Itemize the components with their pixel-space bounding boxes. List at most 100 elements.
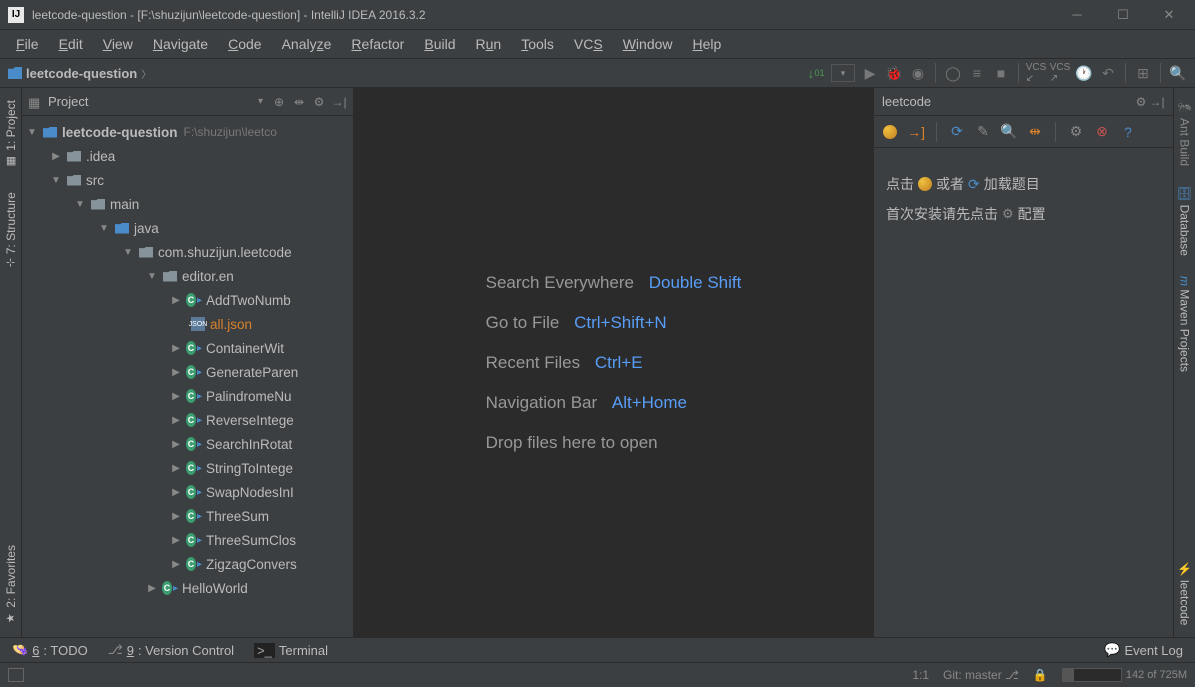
revert-icon[interactable]: ↶ — [1099, 64, 1117, 82]
tab-leetcode[interactable]: ⚡ leetcode — [1178, 558, 1192, 629]
scroll-from-source-icon[interactable]: ⊕ — [271, 94, 287, 110]
tab-event-log[interactable]: 💬 Event Log — [1104, 642, 1183, 658]
chevron-right-icon[interactable]: ▶ — [170, 463, 182, 474]
tree-file[interactable]: ▶ C▸ ThreeSum — [22, 504, 353, 528]
search-icon[interactable]: 🔍 — [1169, 64, 1187, 82]
chevron-right-icon[interactable]: ▶ — [50, 151, 62, 162]
attach-icon[interactable]: ≡ — [968, 64, 986, 82]
chevron-down-icon[interactable]: ▼ — [98, 223, 110, 234]
tree-package[interactable]: ▼ com.shuzijun.leetcode — [22, 240, 353, 264]
tree-file[interactable]: ▶ C▸ SwapNodesInI — [22, 480, 353, 504]
hide-icon[interactable]: →| — [331, 94, 347, 110]
tree-package-editor[interactable]: ▼ editor.en — [22, 264, 353, 288]
chevron-down-icon[interactable]: ▼ — [26, 127, 38, 138]
vcs-commit-icon[interactable]: VCS↗ — [1051, 64, 1069, 82]
coverage-icon[interactable]: ◉ — [909, 64, 927, 82]
tree-file[interactable]: ▶ C▸ PalindromeNu — [22, 384, 353, 408]
vcs-update-icon[interactable]: VCS↙ — [1027, 64, 1045, 82]
chevron-right-icon[interactable]: ▶ — [170, 415, 182, 426]
tree-folder-src[interactable]: ▼ src — [22, 168, 353, 192]
logout-icon[interactable]: →] — [908, 124, 924, 140]
menu-vcs[interactable]: VCS — [566, 34, 611, 54]
menu-refactor[interactable]: Refactor — [343, 34, 412, 54]
chevron-down-icon[interactable]: ▼ — [122, 247, 134, 258]
chevron-right-icon[interactable]: ▶ — [170, 487, 182, 498]
tree-folder-java[interactable]: ▼ java — [22, 216, 353, 240]
menu-analyze[interactable]: Analyze — [274, 34, 340, 54]
menu-run[interactable]: Run — [468, 34, 510, 54]
chevron-right-icon[interactable]: ▶ — [170, 391, 182, 402]
menu-tools[interactable]: Tools — [513, 34, 562, 54]
debug-icon[interactable]: 🐞 — [885, 64, 903, 82]
stop-icon[interactable]: ◯ — [944, 64, 962, 82]
find-icon[interactable]: 🔍 — [1001, 124, 1017, 140]
chevron-down-icon[interactable]: ▼ — [74, 199, 86, 210]
tab-structure[interactable]: ⊹7: Structure — [4, 188, 18, 271]
tree-file[interactable]: ▶ C▸ HelloWorld — [22, 576, 353, 600]
tab-favorites[interactable]: ★2: Favorites — [4, 541, 18, 629]
pick-icon[interactable]: ✎ — [975, 124, 991, 140]
tool-windows-icon[interactable] — [8, 668, 24, 682]
tab-maven[interactable]: m Maven Projects — [1178, 272, 1192, 376]
minimize-button[interactable]: ─ — [1063, 5, 1091, 25]
close-button[interactable]: ✕ — [1155, 5, 1183, 25]
menu-navigate[interactable]: Navigate — [145, 34, 216, 54]
run-icon[interactable]: ▶ — [861, 64, 879, 82]
caret-position[interactable]: 1:1 — [912, 668, 929, 682]
refresh-icon[interactable]: ⟳ — [949, 124, 965, 140]
tree-file[interactable]: ▶ C▸ AddTwoNumb — [22, 288, 353, 312]
help-icon[interactable]: ? — [1120, 124, 1136, 140]
tab-terminal[interactable]: >_ Terminal — [254, 643, 328, 658]
login-icon[interactable] — [882, 124, 898, 140]
chevron-right-icon[interactable]: ▶ — [170, 559, 182, 570]
chevron-right-icon[interactable]: ▶ — [170, 535, 182, 546]
chevron-down-icon[interactable]: ▼ — [50, 175, 62, 186]
chevron-right-icon[interactable]: ▶ — [170, 343, 182, 354]
tab-database[interactable]: 🗄 Database — [1178, 182, 1192, 260]
menu-view[interactable]: View — [95, 34, 141, 54]
menu-help[interactable]: Help — [685, 34, 730, 54]
tree-file[interactable]: ▶ C▸ ZigzagConvers — [22, 552, 353, 576]
chevron-right-icon[interactable]: ▶ — [170, 367, 182, 378]
run-config-dropdown[interactable]: ▾ — [831, 64, 855, 82]
tree-root[interactable]: ▼ leetcode-question F:\shuzijun\leetco — [22, 120, 353, 144]
structure-icon[interactable]: ⊞ — [1134, 64, 1152, 82]
tree-folder-idea[interactable]: ▶ .idea — [22, 144, 353, 168]
tree-file[interactable]: ▶ C▸ ThreeSumClos — [22, 528, 353, 552]
chevron-down-icon[interactable]: ▼ — [146, 271, 158, 282]
collapse-all-icon[interactable]: ⇹ — [291, 94, 307, 110]
config-icon[interactable]: ⚙ — [1068, 124, 1084, 140]
menu-code[interactable]: Code — [220, 34, 269, 54]
tab-version-control[interactable]: ⎇ 9: Version Control — [108, 642, 234, 658]
memory-indicator[interactable]: 142 of 725M — [1062, 668, 1187, 682]
menu-file[interactable]: File — [8, 34, 47, 54]
tree-file[interactable]: ▶ C▸ GenerateParen — [22, 360, 353, 384]
lock-icon[interactable]: 🔒 — [1033, 668, 1048, 682]
maximize-button[interactable]: ☐ — [1109, 5, 1137, 25]
clear-icon[interactable]: ⊗ — [1094, 124, 1110, 140]
hide-icon[interactable]: →| — [1149, 94, 1165, 110]
tree-file[interactable]: ▶ C▸ ReverseIntege — [22, 408, 353, 432]
gear-icon[interactable]: ⚙ — [1133, 94, 1149, 110]
menu-window[interactable]: Window — [615, 34, 681, 54]
git-branch[interactable]: Git: master ⎇ — [943, 668, 1019, 682]
update-icon[interactable]: ↓01 — [807, 64, 825, 82]
tree-folder-main[interactable]: ▼ main — [22, 192, 353, 216]
view-dropdown-icon[interactable]: ▾ — [258, 96, 263, 107]
tree-file-json[interactable]: JSON all.json — [22, 312, 353, 336]
breadcrumb[interactable]: leetcode-question 〉 — [8, 66, 151, 81]
chevron-right-icon[interactable]: ▶ — [170, 511, 182, 522]
project-tree[interactable]: ▼ leetcode-question F:\shuzijun\leetco ▶… — [22, 116, 353, 637]
gear-icon[interactable]: ⚙ — [311, 94, 327, 110]
chevron-right-icon[interactable]: ▶ — [146, 583, 158, 594]
collapse-icon[interactable]: ⇹ — [1027, 124, 1043, 140]
tab-todo[interactable]: 👒 6: TODO — [12, 642, 88, 658]
menu-build[interactable]: Build — [416, 34, 463, 54]
tree-file[interactable]: ▶ C▸ ContainerWit — [22, 336, 353, 360]
tree-file[interactable]: ▶ C▸ StringToIntege — [22, 456, 353, 480]
tab-ant-build[interactable]: 🐜 Ant Build — [1178, 96, 1192, 170]
menu-edit[interactable]: Edit — [51, 34, 91, 54]
chevron-right-icon[interactable]: ▶ — [170, 295, 182, 306]
tab-project[interactable]: ▦1: Project — [4, 96, 18, 172]
history-icon[interactable]: 🕐 — [1075, 64, 1093, 82]
